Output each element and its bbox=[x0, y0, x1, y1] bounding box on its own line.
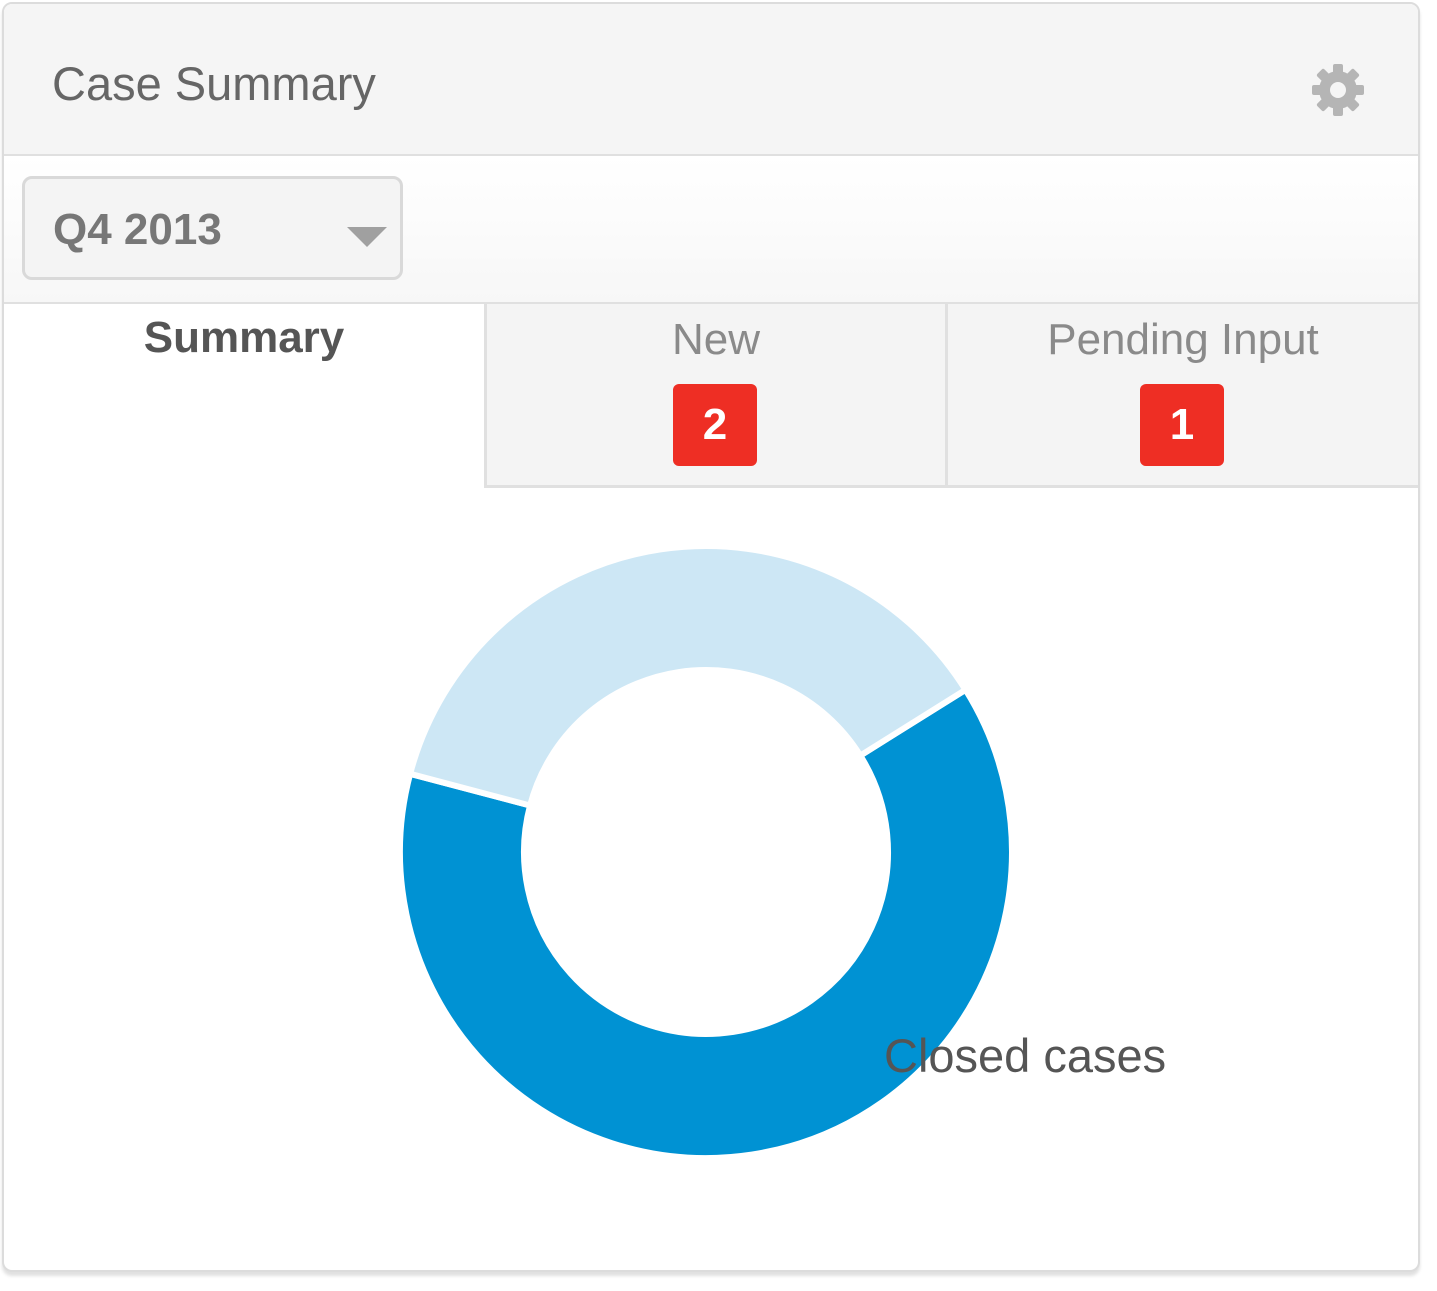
tab-summary[interactable]: Summary bbox=[4, 304, 484, 488]
period-select-value: Q4 2013 bbox=[53, 205, 222, 254]
tab-new-label: New bbox=[671, 315, 761, 364]
new-count-badge: 2 bbox=[673, 384, 757, 466]
donut-chart-svg: Closed cases bbox=[397, 543, 1166, 1161]
tab-bar: Summary New 2 Pending Input 1 bbox=[4, 304, 1418, 490]
widget-title: Case Summary bbox=[52, 57, 376, 110]
tab-summary-label: Summary bbox=[143, 313, 345, 362]
caret-down-icon bbox=[347, 227, 387, 247]
donut-slice-label-1: Closed cases bbox=[884, 1029, 1166, 1082]
tab-new[interactable]: New 2 bbox=[484, 304, 945, 488]
case-summary-widget: Case Summary Q4 2013 Summary New 2 Pendi… bbox=[2, 2, 1420, 1272]
filter-bar: Q4 2013 bbox=[4, 156, 1418, 304]
tab-pending-input[interactable]: Pending Input 1 bbox=[945, 304, 1418, 488]
pending-input-count-badge: 1 bbox=[1140, 384, 1224, 466]
case-donut-chart: Closed cases bbox=[4, 492, 1418, 1262]
tab-pending-input-label: Pending Input bbox=[1047, 315, 1319, 364]
period-select[interactable]: Q4 2013 bbox=[22, 176, 403, 280]
gear-icon[interactable] bbox=[1310, 62, 1366, 118]
widget-header: Case Summary bbox=[4, 4, 1418, 156]
